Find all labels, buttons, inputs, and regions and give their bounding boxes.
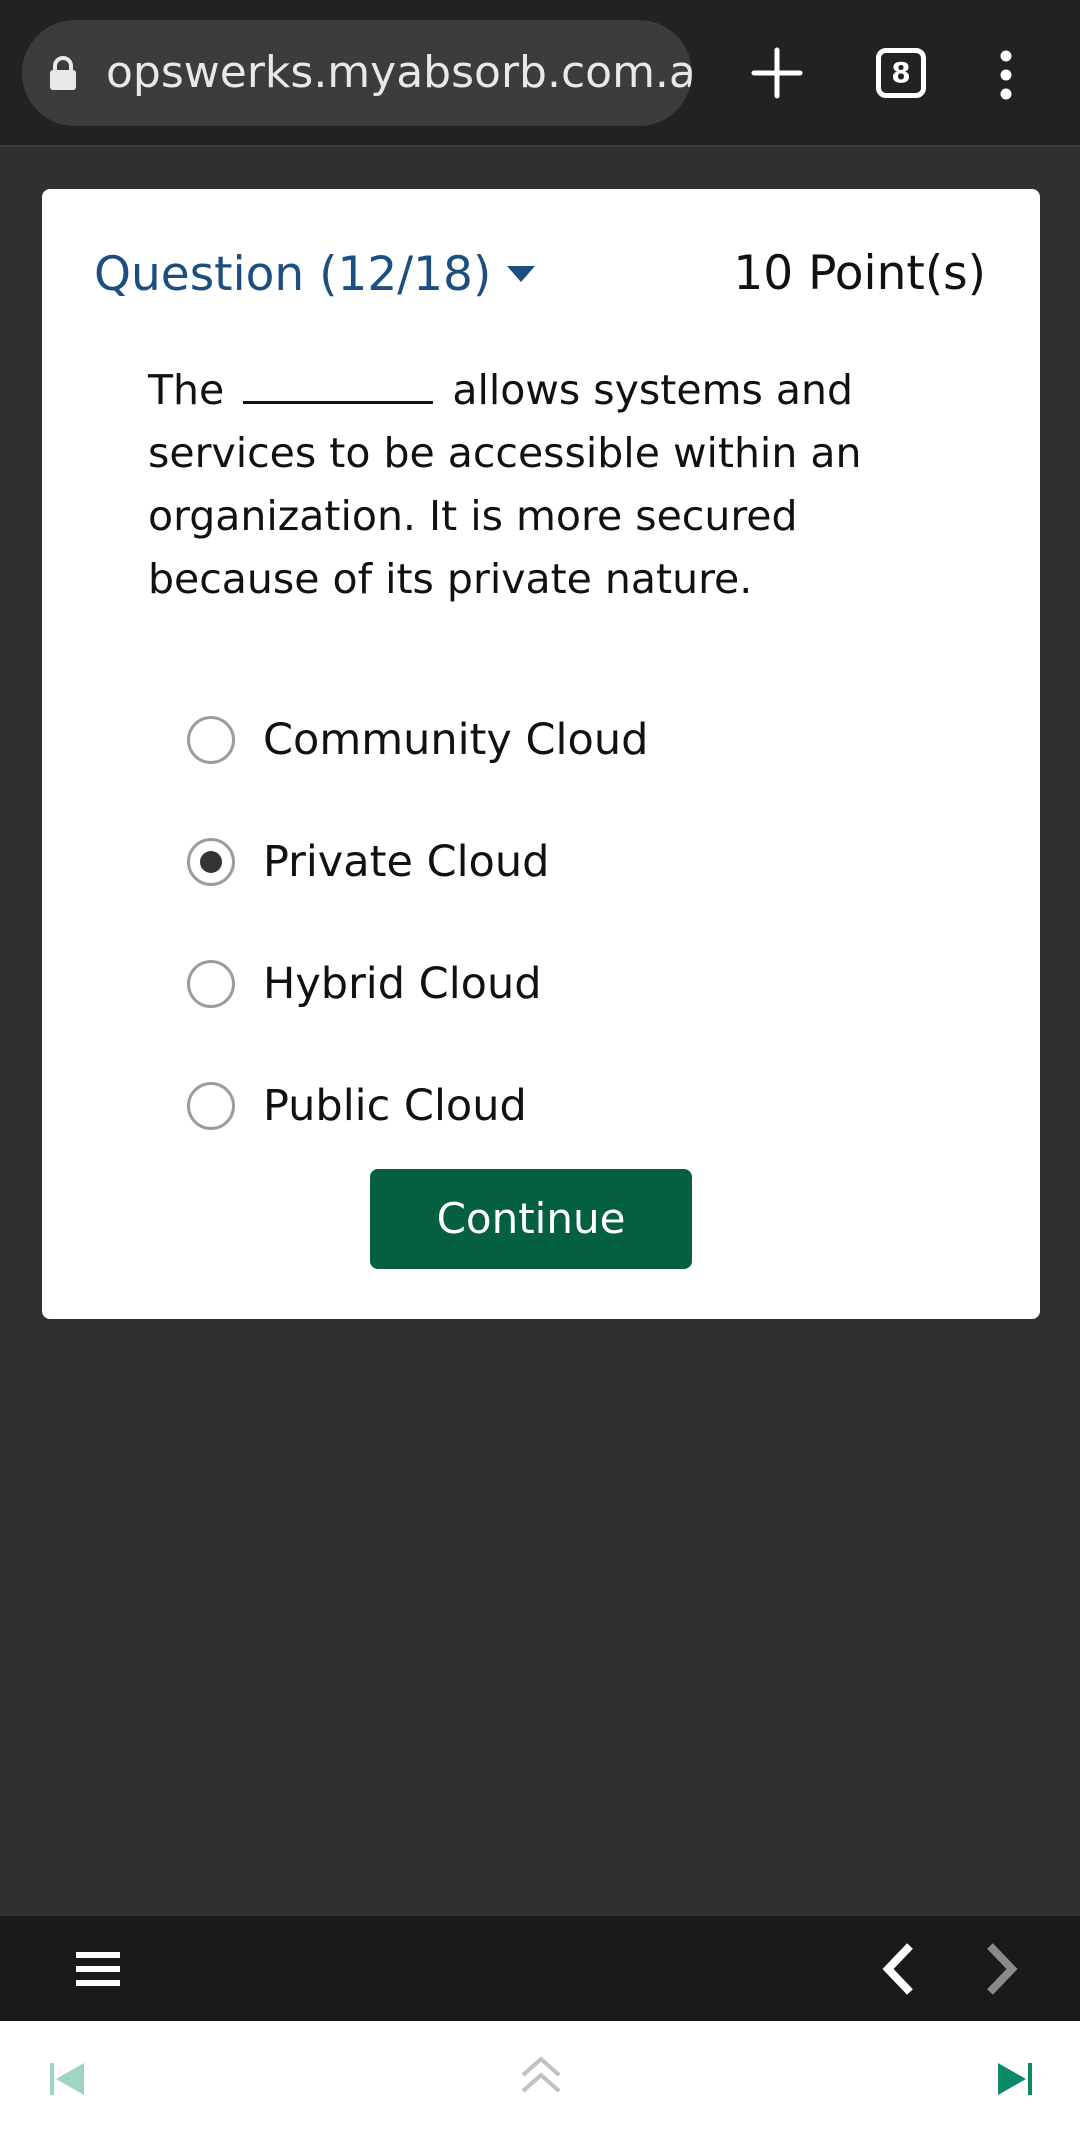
- answer-options: Community Cloud Private Cloud Hybrid Clo…: [187, 679, 947, 1167]
- option-label: Community Cloud: [263, 715, 649, 765]
- player-nav-bar: [0, 1916, 1080, 2021]
- question-text-start: The: [148, 366, 225, 414]
- option-private-cloud[interactable]: Private Cloud: [187, 801, 947, 923]
- chevron-left-icon[interactable]: [876, 1942, 920, 1996]
- radio-button[interactable]: [187, 716, 235, 764]
- option-community-cloud[interactable]: Community Cloud: [187, 679, 947, 801]
- question-number: Question (12/18): [94, 246, 492, 302]
- skip-previous-icon[interactable]: [48, 2059, 88, 2099]
- more-vert-icon[interactable]: [996, 50, 1016, 100]
- skip-next-icon[interactable]: [994, 2059, 1034, 2099]
- lock-icon: [50, 56, 76, 90]
- radio-button-selected[interactable]: [187, 838, 235, 886]
- address-bar[interactable]: opswerks.myabsorb.com.au/: [22, 20, 692, 126]
- bottom-controls: [0, 2021, 1080, 2131]
- radio-button[interactable]: [187, 960, 235, 1008]
- option-label: Private Cloud: [263, 837, 550, 887]
- url-text: opswerks.myabsorb.com.au/: [106, 47, 692, 98]
- fill-in-blank: [243, 364, 434, 404]
- option-hybrid-cloud[interactable]: Hybrid Cloud: [187, 923, 947, 1045]
- option-public-cloud[interactable]: Public Cloud: [187, 1045, 947, 1167]
- caret-down-icon: [507, 266, 536, 282]
- plus-icon[interactable]: [750, 46, 804, 100]
- double-chevron-up-icon[interactable]: [518, 2053, 564, 2099]
- tab-switcher-button[interactable]: 8: [876, 48, 926, 98]
- points-label: 10 Point(s): [733, 246, 986, 301]
- chevron-right-icon[interactable]: [980, 1942, 1024, 1996]
- browser-toolbar: opswerks.myabsorb.com.au/ 8: [0, 0, 1080, 147]
- hamburger-icon[interactable]: [76, 1950, 120, 1988]
- question-card: Question (12/18) 10 Point(s) The allows …: [42, 189, 1040, 1319]
- question-dropdown[interactable]: Question (12/18): [94, 244, 536, 304]
- radio-button[interactable]: [187, 1082, 235, 1130]
- continue-button[interactable]: Continue: [370, 1169, 692, 1269]
- option-label: Public Cloud: [263, 1081, 527, 1131]
- option-label: Hybrid Cloud: [263, 959, 542, 1009]
- question-text: The allows systems and services to be ac…: [148, 359, 968, 611]
